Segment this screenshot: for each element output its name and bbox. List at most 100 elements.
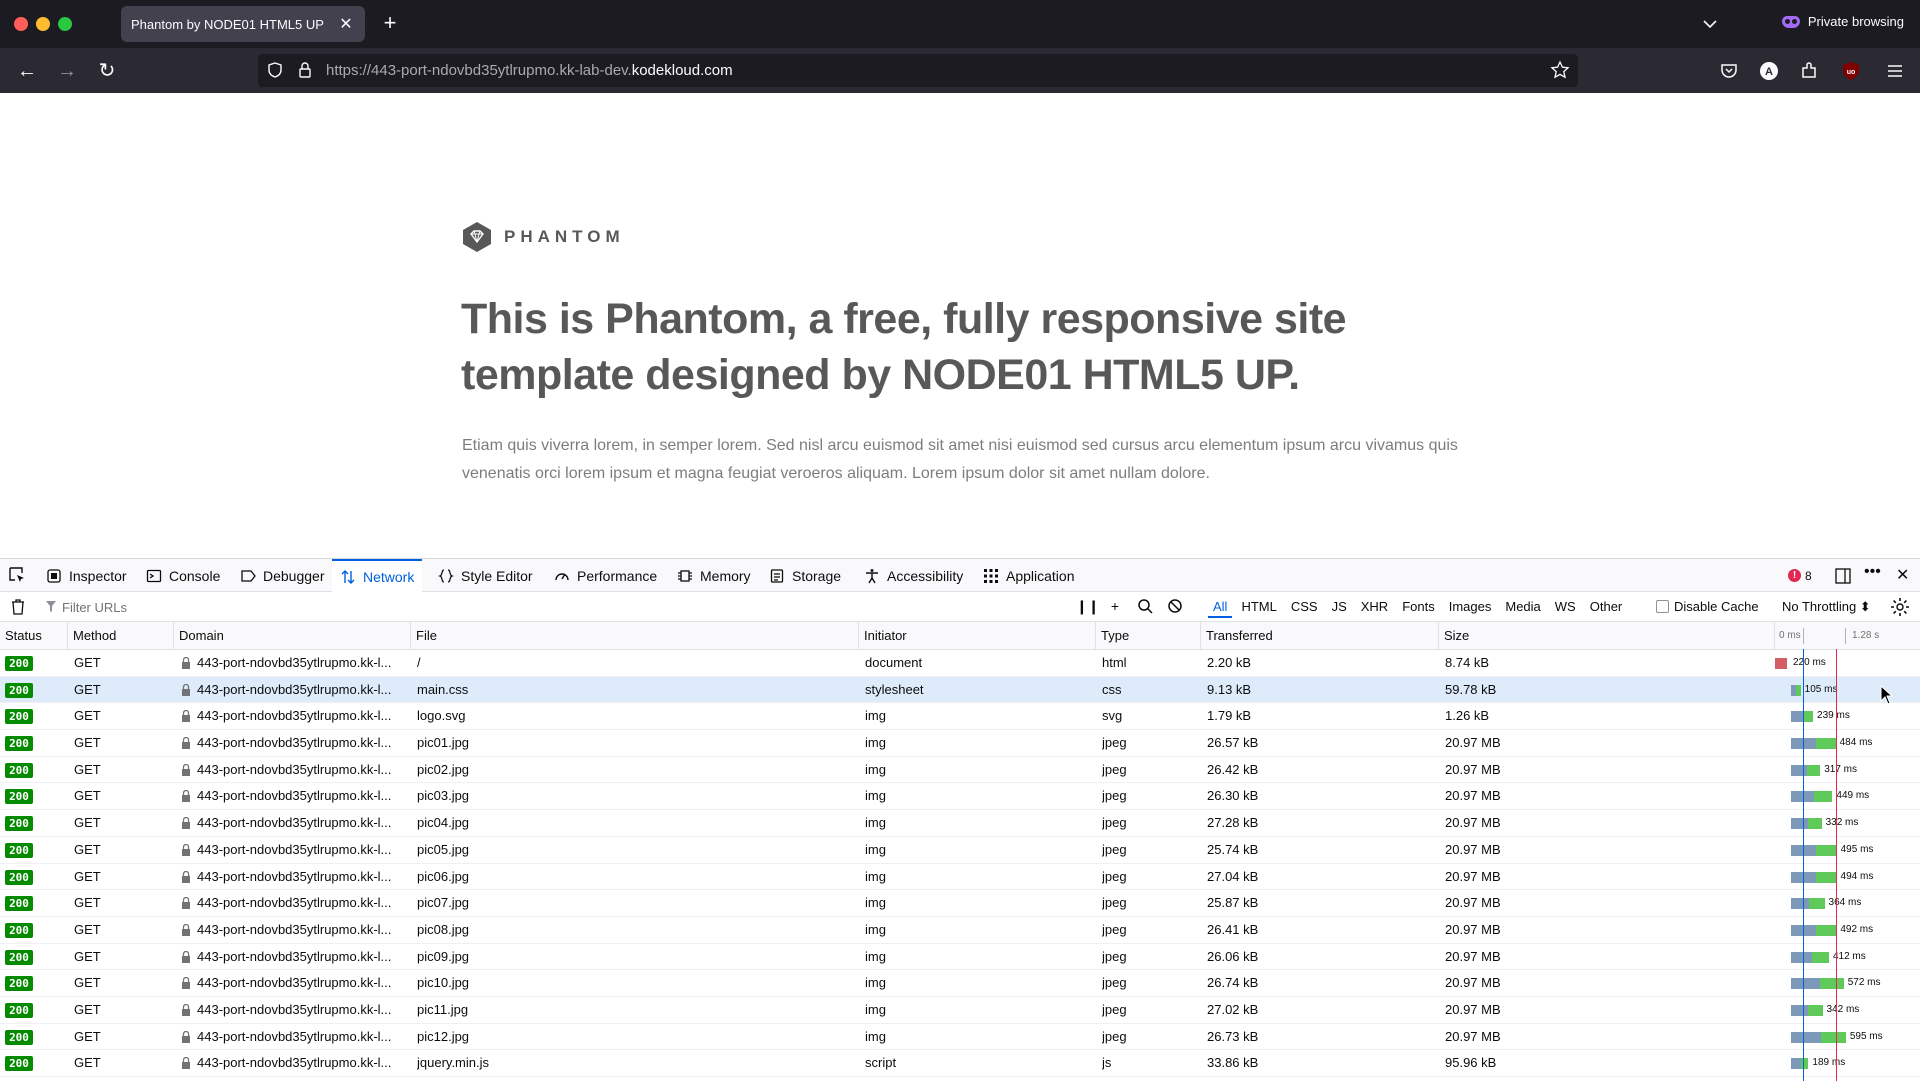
close-devtools-icon[interactable]: ✕ [1896, 565, 1909, 585]
minimize-window-button[interactable] [36, 17, 50, 31]
tab-network[interactable]: Network [332, 559, 423, 592]
throttling-select[interactable]: No Throttling ⬍ [1782, 599, 1871, 615]
gear-icon[interactable] [1890, 597, 1910, 617]
tab-accessibility[interactable]: Accessibility [864, 559, 963, 592]
type-filter-other[interactable]: Other [1585, 597, 1628, 618]
search-icon[interactable] [1136, 596, 1154, 616]
tab-performance[interactable]: Performance [554, 559, 657, 592]
lock-icon [182, 657, 190, 669]
cell-file: pic08.jpg [417, 921, 470, 937]
column-header-status[interactable]: Status [0, 622, 68, 650]
ublock-icon[interactable]: uo [1840, 60, 1862, 82]
table-row[interactable]: 200 GET 443-port-ndovbd35ytlrupmo.kk-l... /… [0, 650, 1920, 677]
tab-console[interactable]: Console [146, 559, 220, 592]
cell-method: GET [74, 735, 101, 751]
table-row[interactable]: 200 GET 443-port-ndovbd35ytlrupmo.kk-l... p… [0, 864, 1920, 891]
type-filter-images[interactable]: Images [1444, 597, 1497, 618]
element-picker-icon[interactable] [8, 566, 26, 584]
tab-memory[interactable]: Memory [677, 559, 751, 592]
clear-requests-icon[interactable] [10, 598, 26, 616]
column-header-initiator[interactable]: Initiator [859, 622, 1096, 650]
table-row[interactable]: 200 GET 443-port-ndovbd35ytlrupmo.kk-l... p… [0, 730, 1920, 757]
back-button[interactable]: ← [14, 58, 40, 84]
column-header-file[interactable]: File [411, 622, 859, 650]
forward-button[interactable]: → [54, 58, 80, 84]
cell-method: GET [74, 1001, 101, 1017]
type-filter-media[interactable]: Media [1500, 597, 1545, 618]
table-row[interactable]: 200 GET 443-port-ndovbd35ytlrupmo.kk-l... p… [0, 917, 1920, 944]
table-row[interactable]: 200 GET 443-port-ndovbd35ytlrupmo.kk-l... p… [0, 970, 1920, 997]
column-header-size[interactable]: Size [1439, 622, 1775, 650]
lock-icon [182, 1030, 190, 1043]
url-text[interactable]: https://443-port-ndovbd35ytlrupmo.kk-lab… [326, 62, 733, 79]
type-filter-js[interactable]: JS [1327, 597, 1352, 618]
table-row[interactable]: 200 GET 443-port-ndovbd35ytlrupmo.kk-l... p… [0, 1024, 1920, 1051]
filter-placeholder: Filter URLs [62, 599, 128, 615]
block-url-icon[interactable] [1166, 596, 1184, 616]
accessibility-icon [864, 568, 880, 584]
cell-size: 20.97 MB [1445, 868, 1501, 884]
cell-type: jpeg [1102, 1028, 1127, 1044]
reload-button[interactable]: ↻ [94, 58, 120, 84]
cell-file: pic10.jpg [417, 975, 470, 991]
tab-debugger[interactable]: Debugger [240, 559, 325, 592]
table-row[interactable]: 200 GET 443-port-ndovbd35ytlrupmo.kk-l... l… [0, 703, 1920, 731]
table-row[interactable]: 200 GET 443-port-ndovbd35ytlrupmo.kk-l... j… [0, 1050, 1920, 1077]
lock-icon [182, 843, 190, 856]
filter-urls-input[interactable]: Filter URLs [46, 596, 1066, 618]
list-all-tabs-icon[interactable] [1700, 14, 1720, 34]
hamburger-menu-icon[interactable] [1884, 60, 1906, 82]
type-filter-html[interactable]: HTML [1236, 597, 1281, 618]
add-filter-icon[interactable]: + [1106, 596, 1124, 616]
private-browsing-label: Private browsing [1807, 14, 1904, 29]
bookmark-star-icon[interactable] [1550, 60, 1570, 80]
table-row[interactable]: 200 GET 443-port-ndovbd35ytlrupmo.kk-l... m… [0, 676, 1920, 704]
close-window-button[interactable] [14, 17, 28, 31]
lock-icon[interactable] [296, 61, 314, 79]
tab-application[interactable]: Application [983, 559, 1075, 592]
lock-icon [182, 977, 190, 990]
column-header-transferred[interactable]: Transferred [1201, 622, 1439, 650]
cell-transferred: 27.28 kB [1207, 815, 1259, 831]
waterfall-time-label: 492 ms [1840, 923, 1874, 935]
waterfall-time-label: 595 ms [1849, 1030, 1883, 1042]
maximize-window-button[interactable] [58, 17, 72, 31]
table-row[interactable]: 200 GET 443-port-ndovbd35ytlrupmo.kk-l... p… [0, 810, 1920, 837]
table-row[interactable]: 200 GET 443-port-ndovbd35ytlrupmo.kk-l... p… [0, 943, 1920, 971]
lock-icon [182, 950, 190, 963]
more-options-icon[interactable]: ••• [1864, 563, 1881, 581]
tab-inspector[interactable]: Inspector [46, 559, 127, 592]
table-row[interactable]: 200 GET 443-port-ndovbd35ytlrupmo.kk-l... p… [0, 783, 1920, 811]
pocket-icon[interactable] [1718, 60, 1740, 82]
new-tab-button[interactable]: + [378, 10, 402, 36]
type-filter-xhr[interactable]: XHR [1356, 597, 1393, 618]
error-indicator[interactable]: ! 8 [1788, 559, 1812, 592]
type-filter-fonts[interactable]: Fonts [1397, 597, 1440, 618]
account-icon[interactable]: A [1758, 60, 1780, 82]
table-row[interactable]: 200 GET 443-port-ndovbd35ytlrupmo.kk-l... p… [0, 836, 1920, 864]
column-header-domain[interactable]: Domain [174, 622, 411, 650]
site-logo[interactable]: PHANTOM [462, 221, 625, 253]
table-row[interactable]: 200 GET 443-port-ndovbd35ytlrupmo.kk-l... p… [0, 890, 1920, 917]
shield-icon[interactable] [266, 61, 284, 79]
browser-tab-active[interactable]: Phantom by NODE01 HTML5 UP ✕ [121, 6, 365, 42]
cell-domain: 443-port-ndovbd35ytlrupmo.kk-l... [197, 948, 392, 964]
cell-type: jpeg [1102, 895, 1127, 911]
disable-cache-checkbox[interactable]: Disable Cache [1656, 599, 1759, 614]
dock-side-icon[interactable] [1834, 567, 1852, 585]
tab-storage[interactable]: Storage [769, 559, 841, 592]
table-row[interactable]: 200 GET 443-port-ndovbd35ytlrupmo.kk-l... p… [0, 996, 1920, 1024]
tab-style-editor[interactable]: Style Editor [438, 559, 533, 592]
column-header-type[interactable]: Type [1096, 622, 1201, 650]
column-header-method[interactable]: Method [68, 622, 174, 650]
address-bar[interactable]: https://443-port-ndovbd35ytlrupmo.kk-lab… [258, 54, 1578, 87]
table-row[interactable]: 200 GET 443-port-ndovbd35ytlrupmo.kk-l... p… [0, 757, 1920, 784]
tab-close-icon[interactable]: ✕ [337, 14, 355, 34]
type-filter-ws[interactable]: WS [1550, 597, 1581, 618]
pause-icon[interactable]: ❙❙ [1076, 596, 1099, 616]
type-filter-all[interactable]: All [1208, 597, 1233, 618]
lock-icon [182, 897, 190, 910]
cell-initiator: script [865, 1055, 897, 1071]
type-filter-css[interactable]: CSS [1286, 597, 1323, 618]
extensions-icon[interactable] [1798, 60, 1820, 82]
